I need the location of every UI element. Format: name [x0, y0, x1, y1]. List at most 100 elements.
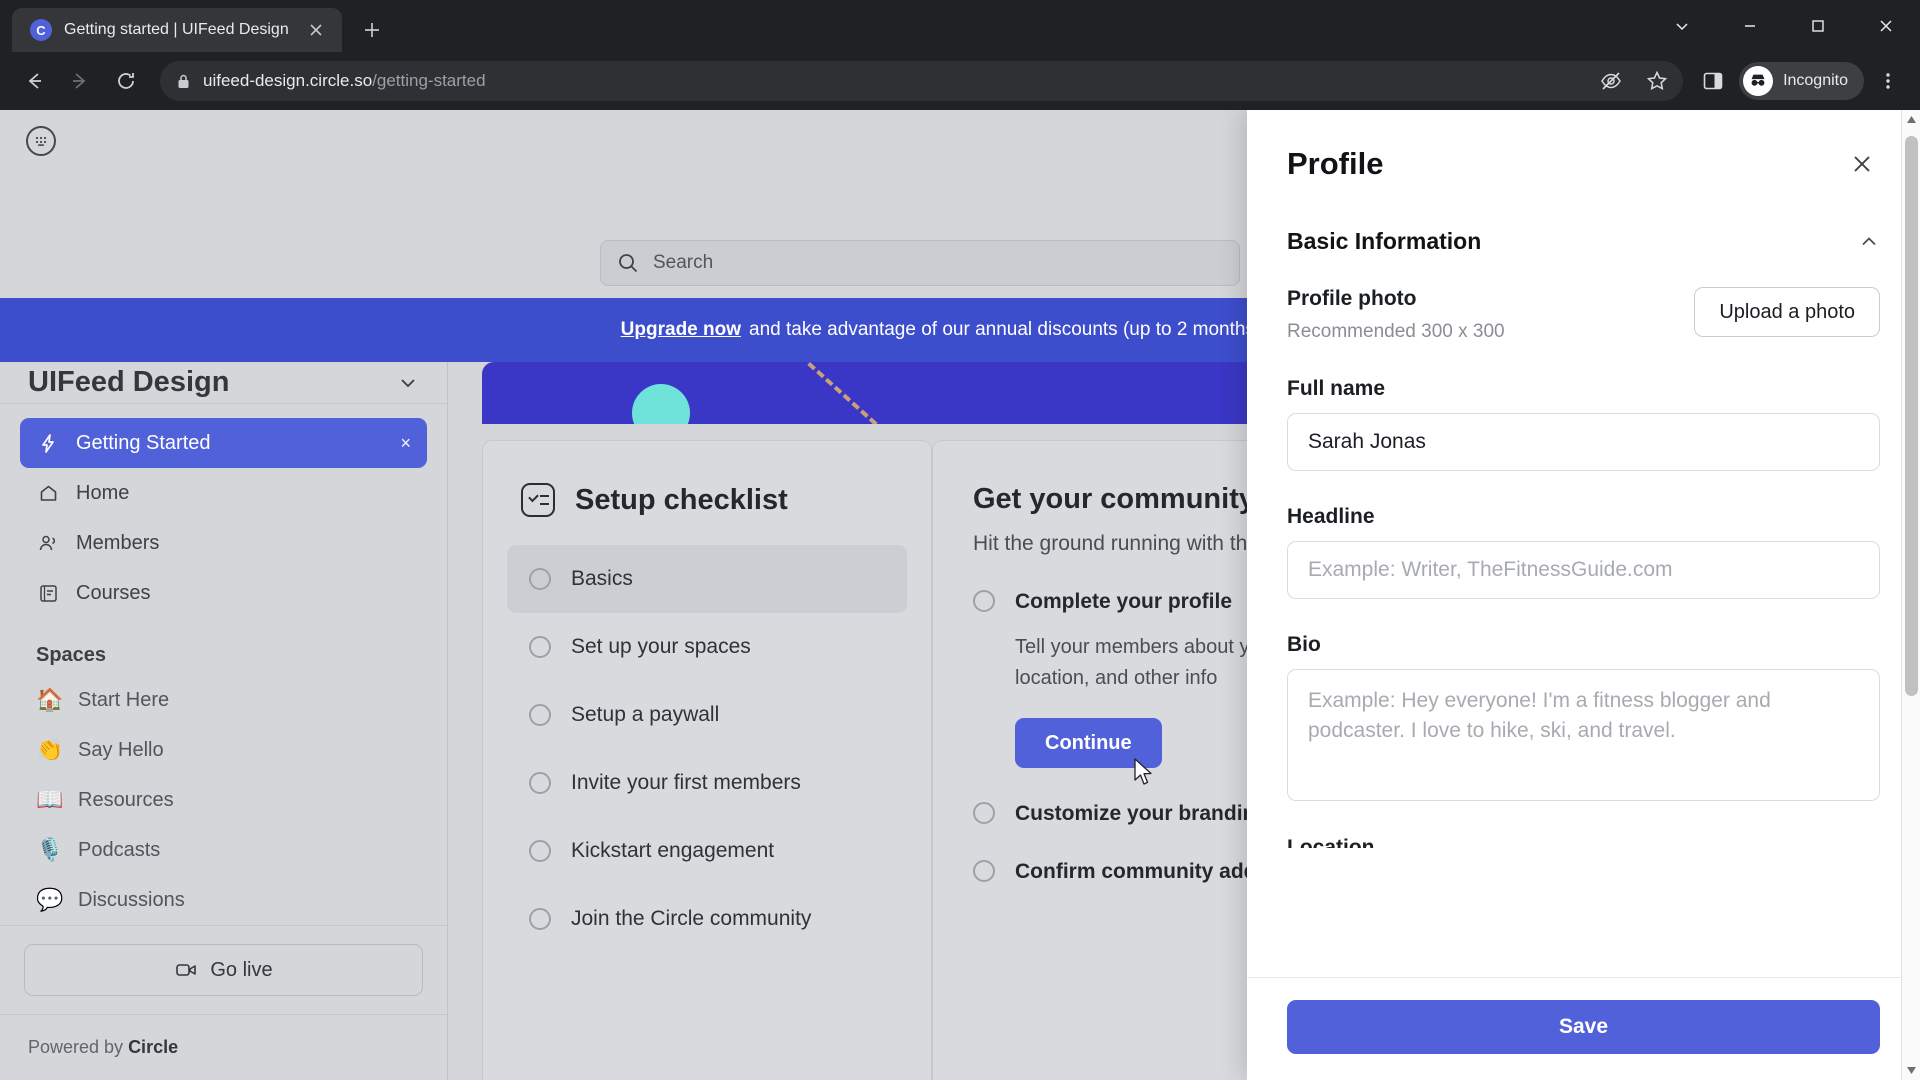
chevron-down-icon[interactable] — [1648, 0, 1716, 52]
browser-tab[interactable]: C Getting started | UIFeed Design — [12, 8, 342, 52]
sidebar-item-podcasts[interactable]: 🎙️ Podcasts — [0, 825, 447, 875]
full-name-label: Full name — [1287, 377, 1386, 400]
checklist-item-kickstart-engagement[interactable]: Kickstart engagement — [507, 817, 907, 885]
community-name: UIFeed Design — [28, 366, 230, 398]
chevron-up-icon[interactable] — [1858, 231, 1880, 253]
profile-label: Incognito — [1783, 72, 1848, 89]
headline-label: Headline — [1287, 505, 1375, 528]
hero-teal-circle — [632, 384, 690, 424]
basic-information-section-header[interactable]: Basic Information — [1287, 228, 1880, 255]
community-switcher[interactable]: UIFeed Design — [0, 362, 447, 404]
checklist-item-join-the-circle-community[interactable]: Join the Circle community — [507, 885, 907, 953]
radio-icon — [529, 908, 551, 930]
headline-input[interactable] — [1287, 541, 1880, 599]
video-camera-icon — [174, 958, 198, 982]
page-scrollbar[interactable] — [1901, 110, 1920, 1080]
side-panel-icon[interactable] — [1697, 65, 1729, 97]
close-icon[interactable] — [1844, 146, 1880, 182]
scroll-up-arrow-icon[interactable] — [1902, 110, 1920, 129]
chevron-down-icon[interactable] — [397, 372, 419, 394]
back-button[interactable] — [14, 61, 54, 101]
browser-chrome: C Getting started | UIFeed Design uifeed… — [0, 0, 1920, 110]
powered-by: Powered by Circle — [0, 1014, 447, 1080]
eye-off-icon[interactable] — [1595, 65, 1627, 97]
new-tab-button[interactable] — [358, 16, 386, 44]
setup-checklist-header: Setup checklist — [483, 441, 931, 545]
sidebar-item-discussions[interactable]: 💬 Discussions — [0, 875, 447, 925]
space-label: Discussions — [78, 888, 185, 911]
profile-panel-body: Profile Basic Information Profile photo … — [1247, 110, 1920, 977]
search-placeholder: Search — [653, 252, 714, 273]
bio-textarea[interactable] — [1287, 669, 1880, 801]
sidebar-item-members[interactable]: Members — [20, 518, 427, 568]
sidebar-item-label: Home — [76, 481, 130, 504]
search-icon — [617, 252, 639, 274]
maximize-button[interactable] — [1784, 0, 1852, 52]
checklist-item-label: Kickstart engagement — [571, 839, 775, 862]
speech-balloon-emoji-icon: 💬 — [36, 887, 64, 912]
checklist-items: Basics Set up your spaces Setup a paywal… — [483, 545, 931, 953]
spaces-list: 🏠 Start Here 👏 Say Hello 📖 Resources 🎙️ … — [0, 675, 447, 925]
page-viewport: Search Upgrade now and take advantage of… — [0, 110, 1920, 1080]
sidebar-item-start-here[interactable]: 🏠 Start Here — [0, 675, 447, 725]
forward-button[interactable] — [60, 61, 100, 101]
full-name-input[interactable] — [1287, 413, 1880, 471]
profile-panel-title: Profile — [1287, 146, 1384, 181]
close-icon[interactable]: × — [400, 433, 411, 454]
sidebar-footer-actions: Go live — [0, 925, 447, 1014]
checklist-item-invite-your-first-members[interactable]: Invite your first members — [507, 749, 907, 817]
checklist-item-label: Set up your spaces — [571, 635, 751, 658]
location-label-clipped: Location — [1287, 836, 1375, 848]
checklist-item-label: Setup a paywall — [571, 703, 720, 726]
star-icon[interactable] — [1641, 65, 1673, 97]
community-step-title: Complete your profile — [1015, 590, 1233, 613]
checklist-icon — [521, 483, 555, 517]
tab-favicon: C — [30, 19, 52, 41]
sidebar-item-resources[interactable]: 📖 Resources — [0, 775, 447, 825]
sidebar-item-getting-started[interactable]: Getting Started × — [20, 418, 427, 468]
checklist-item-set-up-your-spaces[interactable]: Set up your spaces — [507, 613, 907, 681]
profile-panel-footer: Save — [1247, 977, 1920, 1080]
sidebar-item-courses[interactable]: Courses — [20, 568, 427, 618]
address-bar-url: uifeed-design.circle.so/getting-started — [203, 71, 486, 90]
scroll-down-arrow-icon[interactable] — [1902, 1061, 1920, 1080]
open-book-emoji-icon: 📖 — [36, 787, 64, 812]
members-icon — [36, 533, 60, 554]
upload-photo-button[interactable]: Upload a photo — [1694, 287, 1880, 337]
window-controls — [1648, 0, 1920, 52]
checklist-item-label: Join the Circle community — [571, 907, 812, 930]
go-live-button[interactable]: Go live — [24, 944, 423, 996]
search-input[interactable]: Search — [600, 240, 1240, 286]
address-bar[interactable]: uifeed-design.circle.so/getting-started — [160, 61, 1684, 101]
radio-icon — [973, 860, 995, 882]
profile-photo-hint: Recommended 300 x 300 — [1287, 321, 1505, 342]
continue-button[interactable]: Continue — [1015, 718, 1162, 768]
kebab-menu-icon[interactable] — [1870, 63, 1906, 99]
powered-prefix: Powered by — [28, 1037, 129, 1057]
sidebar-item-say-hello[interactable]: 👏 Say Hello — [0, 725, 447, 775]
sidebar: UIFeed Design Getting Started × Home Mem… — [0, 362, 448, 1080]
close-icon[interactable] — [302, 16, 330, 44]
space-label: Podcasts — [78, 838, 161, 861]
house-emoji-icon: 🏠 — [36, 687, 64, 712]
checklist-item-setup-a-paywall[interactable]: Setup a paywall — [507, 681, 907, 749]
app-grid-icon[interactable] — [26, 126, 56, 156]
checklist-item-basics[interactable]: Basics — [507, 545, 907, 613]
home-icon — [36, 483, 60, 504]
reload-button[interactable] — [106, 61, 146, 101]
profile-chip[interactable]: Incognito — [1739, 62, 1864, 100]
upgrade-now-link[interactable]: Upgrade now — [621, 319, 741, 341]
close-window-button[interactable] — [1852, 0, 1920, 52]
clapping-hands-emoji-icon: 👏 — [36, 737, 64, 762]
powered-brand: Circle — [128, 1037, 179, 1057]
sidebar-item-home[interactable]: Home — [20, 468, 427, 518]
lock-icon — [176, 73, 191, 90]
lightning-bolt-icon — [36, 433, 60, 454]
radio-icon — [529, 636, 551, 658]
radio-icon — [529, 704, 551, 726]
scrollbar-thumb[interactable] — [1905, 136, 1918, 696]
minimize-button[interactable] — [1716, 0, 1784, 52]
space-label: Start Here — [78, 688, 170, 711]
space-label: Say Hello — [78, 738, 164, 761]
save-button[interactable]: Save — [1287, 1000, 1880, 1054]
